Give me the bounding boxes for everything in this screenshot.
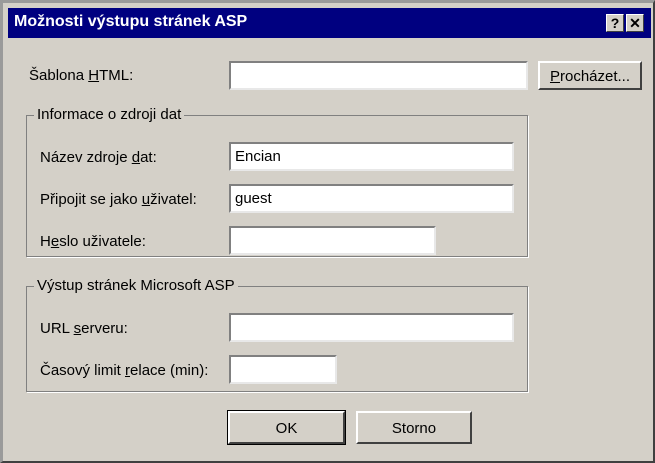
server-url-label-text-end: erveru: (81, 320, 128, 337)
connect-as-user-label: Připojit se jako uživatel: (40, 191, 197, 208)
user-password-label-accesskey: e (50, 233, 60, 250)
cancel-button[interactable]: Storno (356, 411, 472, 444)
connect-as-user-input[interactable]: guest (229, 184, 514, 213)
browse-label-accesskey: P (549, 68, 560, 85)
user-password-input[interactable] (229, 226, 436, 255)
session-timeout-label-text-end: elace (min): (130, 362, 209, 379)
connect-as-user-label-text-end: živatel: (150, 191, 197, 208)
asp-output-options-dialog: Možnosti výstupu stránek ASP ? ✕ Šablona… (0, 0, 655, 463)
session-timeout-input[interactable] (229, 355, 337, 384)
template-label: Šablona HTML: (29, 67, 133, 84)
title-bar[interactable]: Možnosti výstupu stránek ASP ? ✕ (8, 8, 651, 38)
template-html-input[interactable] (229, 61, 528, 90)
datasource-name-label-accesskey: d (131, 149, 141, 166)
connect-as-user-label-text: Připojit se jako (40, 191, 142, 208)
template-label-text-end: TML: (99, 67, 134, 84)
datasource-name-label: Název zdroje dat: (40, 149, 157, 166)
user-password-label-text: H (40, 233, 51, 250)
datasource-legend: Informace o zdroji dat (34, 106, 185, 123)
browse-label-text-end: rocházet... (559, 68, 631, 85)
browse-button[interactable]: Procházet... (538, 61, 642, 90)
datasource-name-input[interactable]: Encian (229, 142, 514, 171)
session-timeout-label-text: Časový limit (40, 362, 126, 379)
user-password-label-text-end: slo uživatele: (59, 233, 146, 250)
session-timeout-label: Časový limit relace (min): (40, 362, 208, 379)
user-password-label: Heslo uživatele: (40, 233, 146, 250)
template-label-text: Šablona (29, 67, 89, 84)
datasource-name-label-text-end: at: (140, 149, 157, 166)
server-url-label-text: URL (40, 320, 74, 337)
asp-output-legend: Výstup stránek Microsoft ASP (34, 277, 238, 294)
dialog-title: Možnosti výstupu stránek ASP (14, 13, 248, 30)
template-label-accesskey: H (88, 67, 100, 84)
ok-button[interactable]: OK (227, 410, 346, 445)
help-button[interactable]: ? (606, 14, 624, 32)
server-url-label-accesskey: s (73, 320, 82, 337)
server-url-label: URL serveru: (40, 320, 128, 337)
connect-as-user-label-accesskey: u (141, 191, 151, 208)
datasource-name-label-text: Název zdroje (40, 149, 132, 166)
close-button[interactable]: ✕ (626, 14, 644, 32)
server-url-input[interactable] (229, 313, 514, 342)
